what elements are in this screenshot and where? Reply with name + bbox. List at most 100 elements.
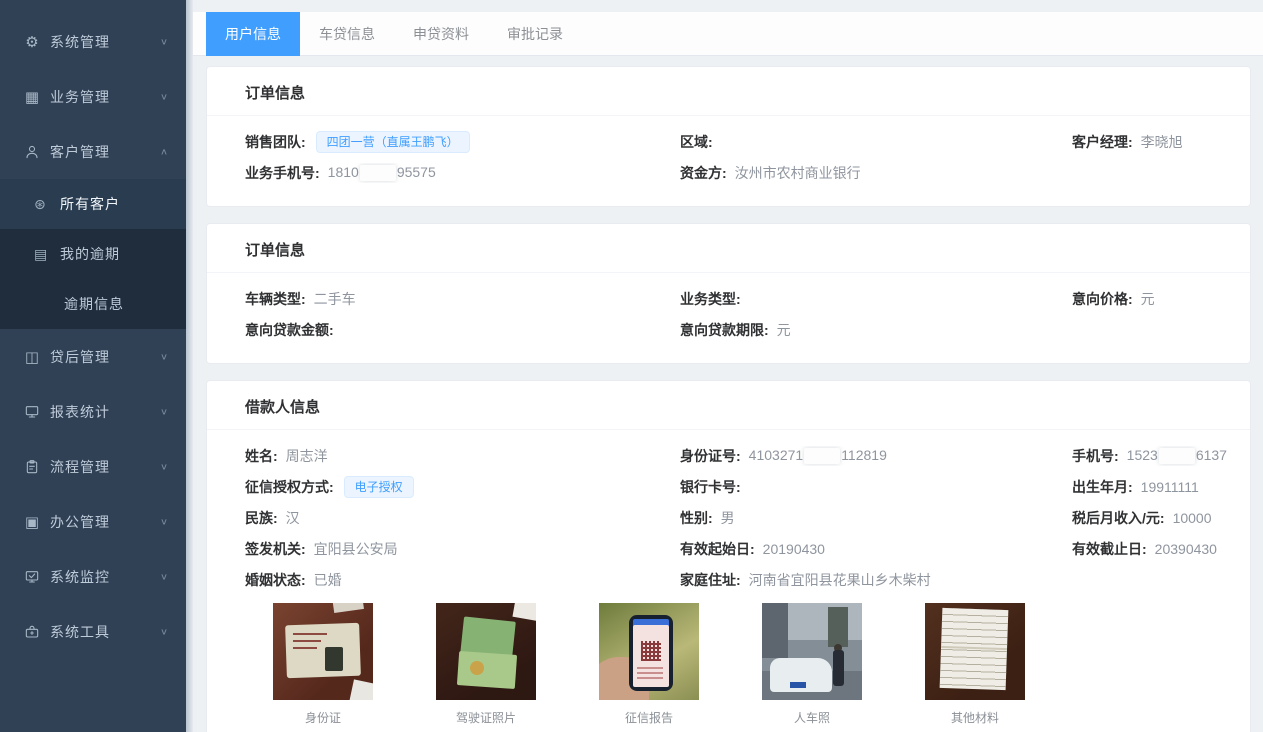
field-row: 签发机关: 宜阳县公安局 有效起始日: 20190430 有效截止日: 2039… xyxy=(245,533,1240,564)
sidebar-item-business-management[interactable]: ▦ 业务管理 ∨ xyxy=(0,69,186,124)
field-intended-loan-term: 意向贷款期限: 元 xyxy=(680,320,1072,340)
credit-auth-tag: 电子授权 xyxy=(344,476,414,498)
field-vehicle-type: 车辆类型: 二手车 xyxy=(245,289,680,309)
sidebar-item-office-management[interactable]: ▣ 办公管理 ∨ xyxy=(0,494,186,549)
top-gutter xyxy=(193,0,1263,12)
field-account-manager: 客户经理: 李晓旭 xyxy=(1072,132,1240,152)
field-row: 征信授权方式: 电子授权 银行卡号: 出生年月: 19911111 xyxy=(245,471,1240,502)
sidebar-item-label: 逾期信息 xyxy=(64,294,124,314)
field-intended-price: 意向价格: 元 xyxy=(1072,289,1240,309)
sidebar-item-label: 系统监控 xyxy=(50,567,160,587)
sidebar-item-process-management[interactable]: 流程管理 ∨ xyxy=(0,439,186,494)
sidebar-item-label: 系统工具 xyxy=(50,622,160,642)
card-title: 借款人信息 xyxy=(207,381,1250,430)
photo-caption: 其他材料 xyxy=(925,709,1025,726)
sidebar-item-overdue-info[interactable]: 逾期信息 xyxy=(0,279,186,329)
sidebar-item-report-statistics[interactable]: 报表统计 ∨ xyxy=(0,384,186,439)
sidebar-item-system-management[interactable]: ⚙ 系统管理 ∨ xyxy=(0,14,186,69)
field-valid-from: 有效起始日: 20190430 xyxy=(680,539,1072,559)
sidebar-item-my-overdue[interactable]: ▤ 我的逾期 xyxy=(0,229,186,279)
customer-management-submenu: ⊛ 所有客户 ▤ 我的逾期 逾期信息 xyxy=(0,179,186,329)
chevron-down-icon: ∨ xyxy=(160,91,168,101)
chevron-down-icon: ∨ xyxy=(160,351,168,361)
monitor-icon xyxy=(20,404,44,420)
field-funder: 资金方: 汝州市农村商业银行 xyxy=(680,163,1072,183)
field-name: 姓名: 周志洋 xyxy=(245,446,680,466)
grid-icon: ▦ xyxy=(20,88,44,106)
sidebar-scrollbar[interactable] xyxy=(186,0,193,732)
field-gender: 性别: 男 xyxy=(680,508,1072,528)
photo-person-with-car[interactable] xyxy=(762,603,862,700)
field-home-address: 家庭住址: 河南省宜阳县花果山乡木柴村 xyxy=(680,570,1072,590)
field-row: 车辆类型: 二手车 业务类型: 意向价格: 元 xyxy=(245,283,1240,314)
tab-loan-application-docs[interactable]: 申贷资料 xyxy=(394,12,488,56)
field-bank-card: 银行卡号: xyxy=(680,477,1072,497)
ball-icon: ⊛ xyxy=(34,196,56,213)
redaction-box xyxy=(360,165,396,181)
photo-item: 人车照 xyxy=(762,603,862,726)
user-icon xyxy=(20,144,44,160)
sidebar-item-label: 报表统计 xyxy=(50,402,160,422)
photo-item: 身份证 xyxy=(273,603,373,726)
sidebar-item-label: 所有客户 xyxy=(60,194,120,214)
toolbox-icon xyxy=(20,624,44,640)
sidebar-item-label: 贷后管理 xyxy=(50,347,160,367)
field-credit-auth-method: 征信授权方式: 电子授权 xyxy=(245,476,680,498)
photo-item: 驾驶证照片 xyxy=(436,603,536,726)
order-info-card-2: 订单信息 车辆类型: 二手车 业务类型: 意向价格: 元 xyxy=(206,223,1251,364)
document-photos-row: 身份证 驾驶证照片 征信报告 xyxy=(273,603,1240,726)
chevron-down-icon: ∨ xyxy=(160,626,168,636)
field-business-phone: 业务手机号: 181095575 xyxy=(245,163,680,183)
field-sales-team: 销售团队: 四团一营（直属王鹏飞） xyxy=(245,131,680,153)
photo-item: 其他材料 xyxy=(925,603,1025,726)
chevron-down-icon: ∨ xyxy=(160,516,168,526)
field-ethnicity: 民族: 汉 xyxy=(245,508,680,528)
photo-phone-qr[interactable] xyxy=(599,603,699,700)
sidebar-item-customer-management[interactable]: 客户管理 ∧ xyxy=(0,124,186,179)
borrower-info-card: 借款人信息 姓名: 周志洋 身份证号: 4103271112819 手机号: 1… xyxy=(206,380,1251,732)
redaction-box xyxy=(1159,448,1195,464)
photo-paper-document[interactable] xyxy=(925,603,1025,700)
tab-approval-records[interactable]: 审批记录 xyxy=(488,12,582,56)
square-icon: ▣ xyxy=(20,513,44,531)
field-birth-date: 出生年月: 19911111 xyxy=(1072,477,1240,497)
tab-user-info[interactable]: 用户信息 xyxy=(206,12,300,56)
field-row: 销售团队: 四团一营（直属王鹏飞） 区域: 客户经理: 李晓旭 xyxy=(245,126,1240,157)
photo-id-card[interactable] xyxy=(273,603,373,700)
sidebar-item-label: 流程管理 xyxy=(50,457,160,477)
field-marital-status: 婚姻状态: 已婚 xyxy=(245,570,680,590)
sales-team-tag: 四团一营（直属王鹏飞） xyxy=(316,131,470,153)
monitor-check-icon xyxy=(20,569,44,585)
sidebar-item-label: 办公管理 xyxy=(50,512,160,532)
sidebar: ⚙ 系统管理 ∨ ▦ 业务管理 ∨ 客户管理 ∧ ⊛ 所有客户 ▤ 我的逾期 逾… xyxy=(0,0,186,732)
photo-caption: 驾驶证照片 xyxy=(436,709,536,726)
chevron-down-icon: ∨ xyxy=(160,461,168,471)
sidebar-item-system-tools[interactable]: 系统工具 ∨ xyxy=(0,604,186,659)
notebook-icon: ▤ xyxy=(34,246,56,263)
photo-item: 征信报告 xyxy=(599,603,699,726)
field-region: 区域: xyxy=(680,132,1072,152)
sidebar-item-postloan-management[interactable]: ◫ 贷后管理 ∨ xyxy=(0,329,186,384)
chevron-down-icon: ∨ xyxy=(160,406,168,416)
detail-tabbar: 用户信息 车贷信息 申贷资料 审批记录 xyxy=(193,12,1263,56)
sidebar-item-system-monitor[interactable]: 系统监控 ∨ xyxy=(0,549,186,604)
sidebar-item-all-customers[interactable]: ⊛ 所有客户 xyxy=(0,179,186,229)
chevron-down-icon: ∨ xyxy=(160,571,168,581)
chevron-down-icon: ∨ xyxy=(160,36,168,46)
field-row: 姓名: 周志洋 身份证号: 4103271112819 手机号: 1523613… xyxy=(245,440,1240,471)
order-info-card-1: 订单信息 销售团队: 四团一营（直属王鹏飞） 区域: 客户经理: 李晓旭 xyxy=(206,66,1251,207)
field-business-type: 业务类型: xyxy=(680,289,1072,309)
photo-green-booklet[interactable] xyxy=(436,603,536,700)
field-monthly-income: 税后月收入/元: 10000 xyxy=(1072,508,1240,528)
redaction-box xyxy=(804,448,840,464)
photo-caption: 身份证 xyxy=(273,709,373,726)
gear-icon: ⚙ xyxy=(20,33,44,51)
detail-scroll-area[interactable]: 订单信息 销售团队: 四团一营（直属王鹏飞） 区域: 客户经理: 李晓旭 xyxy=(193,56,1263,732)
chevron-up-icon: ∧ xyxy=(160,146,168,156)
photo-caption: 征信报告 xyxy=(599,709,699,726)
field-mobile: 手机号: 15236137 xyxy=(1072,446,1240,466)
card-title: 订单信息 xyxy=(207,224,1250,273)
tab-car-loan-info[interactable]: 车贷信息 xyxy=(300,12,394,56)
sidebar-item-label: 客户管理 xyxy=(50,142,160,162)
field-row: 意向贷款金额: 意向贷款期限: 元 xyxy=(245,314,1240,345)
